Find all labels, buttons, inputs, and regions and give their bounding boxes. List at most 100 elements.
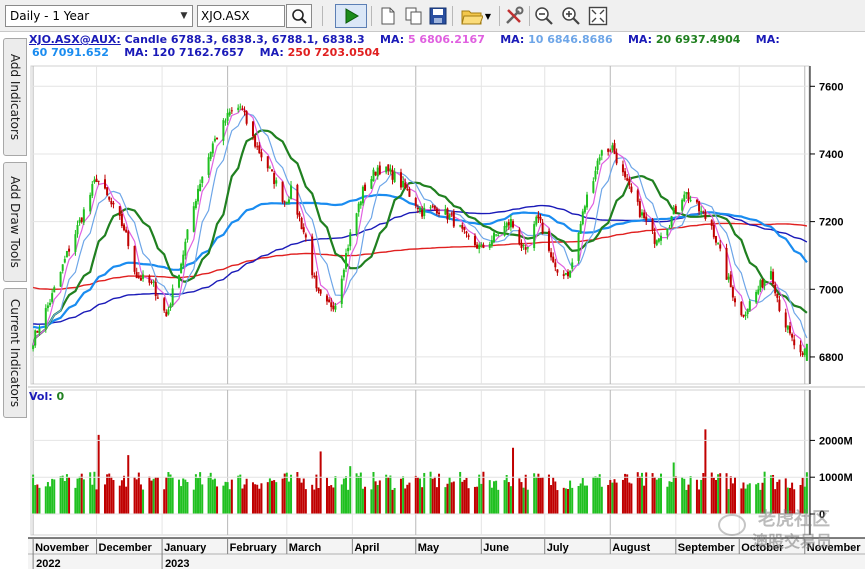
month-label: April bbox=[354, 542, 379, 554]
candle-body bbox=[640, 212, 643, 216]
copy-button[interactable] bbox=[403, 4, 425, 28]
candle-body bbox=[370, 179, 373, 189]
candle-body bbox=[137, 276, 140, 278]
price-axis-label: 7200 bbox=[819, 217, 843, 229]
candle-body bbox=[63, 258, 66, 263]
volume-bar bbox=[695, 479, 698, 514]
candle-body bbox=[402, 180, 405, 188]
candle-body bbox=[746, 308, 749, 315]
volume-bar bbox=[51, 478, 54, 514]
tab-add-indicators[interactable]: Add Indicators bbox=[3, 38, 27, 156]
candle-body bbox=[376, 167, 379, 177]
candle-body bbox=[670, 216, 673, 227]
volume-bar bbox=[95, 489, 98, 514]
candle-body bbox=[34, 330, 37, 346]
candle-body bbox=[626, 178, 629, 181]
candle-body bbox=[120, 213, 123, 226]
candle-body bbox=[133, 245, 136, 272]
candle-body bbox=[799, 344, 802, 353]
candle-body bbox=[518, 229, 521, 245]
volume-bar bbox=[446, 483, 449, 514]
candle-body bbox=[636, 190, 639, 202]
volume-bar bbox=[112, 480, 115, 514]
volume-bar bbox=[507, 482, 510, 514]
candle-body bbox=[311, 236, 314, 276]
candle-body bbox=[283, 201, 286, 203]
volume-bar bbox=[36, 484, 39, 514]
volume-bar bbox=[192, 489, 195, 514]
volume-bar bbox=[670, 481, 673, 514]
chart-canvas[interactable]: 7600 7400 7200 7000 6800 2000M 1000M 0 November D… bbox=[28, 32, 865, 569]
candle-body bbox=[581, 211, 584, 225]
volume-bar bbox=[598, 474, 601, 514]
month-label: June bbox=[483, 542, 509, 554]
volume-bar bbox=[332, 487, 335, 514]
volume-bar bbox=[685, 489, 688, 514]
new-document-button[interactable] bbox=[377, 4, 399, 28]
candle-body bbox=[569, 270, 572, 278]
tools-button[interactable] bbox=[502, 4, 526, 28]
candle-body bbox=[653, 232, 656, 244]
volume-bar bbox=[361, 488, 364, 514]
volume-bar bbox=[376, 484, 379, 514]
volume-bar bbox=[431, 478, 434, 514]
period-select[interactable]: Daily - 1 Year ▼ bbox=[5, 5, 193, 27]
volume-bar bbox=[490, 487, 493, 514]
volume-bar bbox=[497, 489, 500, 514]
volume-bar bbox=[660, 473, 663, 514]
symbol-input[interactable] bbox=[197, 5, 285, 27]
zoom-in-button[interactable] bbox=[559, 4, 583, 28]
candle-body bbox=[391, 169, 394, 180]
candle-body bbox=[254, 135, 257, 147]
candle-body bbox=[630, 186, 633, 192]
volume-bar bbox=[537, 473, 540, 514]
volume-bar bbox=[402, 476, 405, 514]
volume-bar bbox=[541, 477, 544, 514]
volume-bar bbox=[82, 479, 85, 514]
search-button[interactable] bbox=[286, 4, 312, 28]
toolbar-separator bbox=[529, 6, 530, 26]
volume-bar bbox=[495, 480, 498, 514]
save-button[interactable] bbox=[427, 4, 449, 28]
candle-body bbox=[566, 271, 569, 277]
candle-body bbox=[651, 218, 654, 231]
candle-body bbox=[778, 299, 781, 311]
volume-bar bbox=[666, 486, 669, 514]
candle-body bbox=[613, 143, 616, 154]
fit-window-icon bbox=[588, 6, 608, 26]
play-button[interactable] bbox=[335, 4, 367, 28]
volume-bar bbox=[91, 484, 94, 514]
period-select-value: Daily - 1 Year bbox=[10, 9, 90, 23]
candle-body bbox=[256, 146, 259, 148]
volume-bar bbox=[169, 474, 172, 514]
candle-body bbox=[298, 213, 301, 217]
tab-current-indicators[interactable]: Current Indicators bbox=[3, 288, 27, 418]
zoom-out-button[interactable] bbox=[532, 4, 556, 28]
volume-bar bbox=[283, 473, 286, 514]
tab-add-draw-tools[interactable]: Add Draw Tools bbox=[3, 162, 27, 282]
volume-bar bbox=[438, 473, 441, 514]
volume-bar bbox=[243, 484, 246, 514]
candle-body bbox=[594, 170, 597, 180]
candle-body bbox=[562, 274, 565, 276]
candle-body bbox=[791, 334, 794, 338]
volume-bar bbox=[171, 477, 174, 514]
candle-body bbox=[82, 209, 85, 223]
chart-area[interactable]: 7600 7400 7200 7000 6800 2000M 1000M 0 November D… bbox=[28, 32, 865, 569]
volume-bar bbox=[393, 487, 396, 514]
watermark-line-2: 澳股交易员 bbox=[752, 532, 833, 551]
candle-body bbox=[668, 227, 671, 229]
volume-bar bbox=[389, 475, 392, 514]
volume-bar bbox=[391, 489, 394, 514]
volume-bar bbox=[230, 479, 233, 514]
volume-bar bbox=[44, 486, 47, 514]
candle-body bbox=[123, 224, 126, 231]
volume-bar bbox=[714, 480, 717, 514]
open-folder-button[interactable]: ▼ bbox=[456, 4, 496, 28]
volume-bar bbox=[640, 472, 643, 514]
candle-body bbox=[672, 207, 675, 215]
volume-bar bbox=[106, 474, 109, 514]
save-icon bbox=[429, 7, 447, 25]
fit-window-button[interactable] bbox=[586, 4, 610, 28]
candle-body bbox=[772, 271, 775, 284]
